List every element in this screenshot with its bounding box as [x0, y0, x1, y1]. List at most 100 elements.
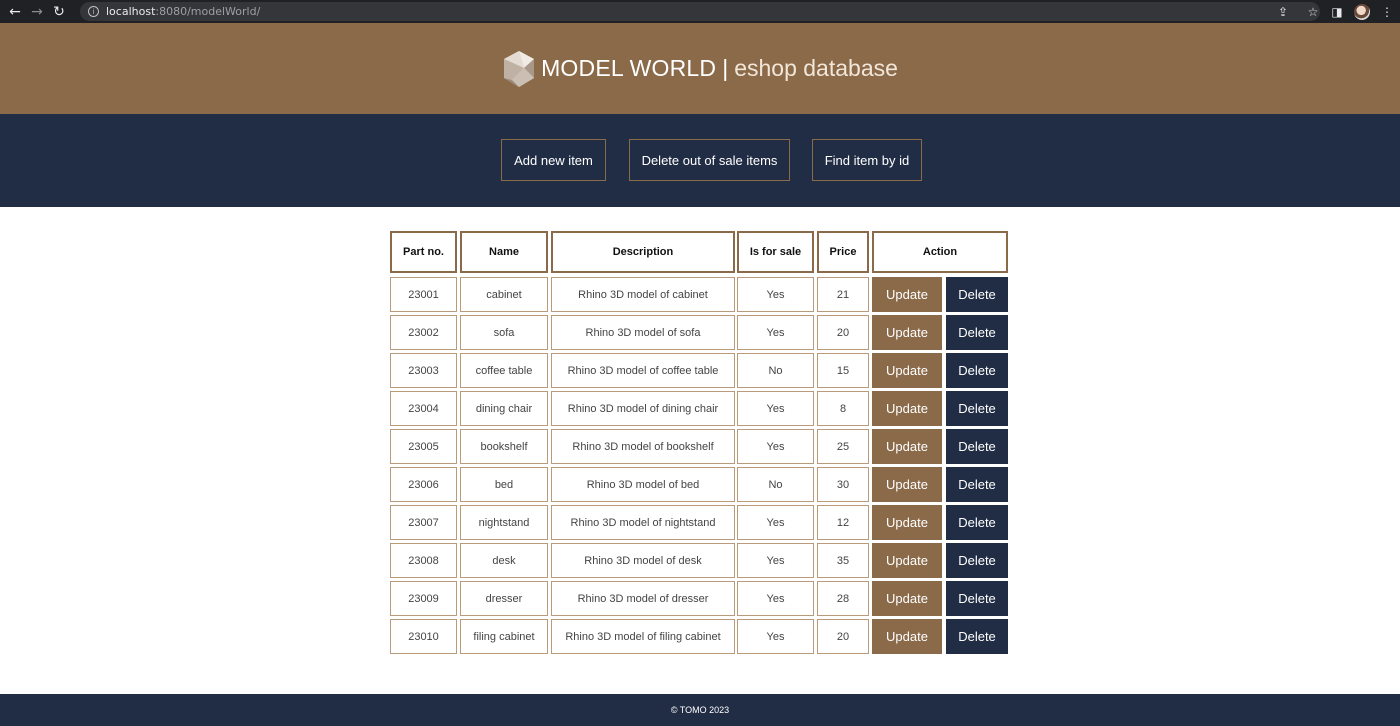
reload-icon[interactable]: ↻ [48, 0, 70, 23]
add-new-item-button[interactable]: Add new item [501, 139, 606, 181]
url-host: localhost [106, 5, 156, 18]
cell-for-sale: Yes [737, 543, 814, 578]
cell-description: Rhino 3D model of sofa [551, 315, 735, 350]
cell-part-no: 23008 [390, 543, 457, 578]
site-info-icon[interactable]: i [88, 6, 99, 17]
cell-description: Rhino 3D model of desk [551, 543, 735, 578]
cell-part-no: 23006 [390, 467, 457, 502]
cell-name: nightstand [460, 505, 548, 540]
cell-name: filing cabinet [460, 619, 548, 654]
cell-description: Rhino 3D model of coffee table [551, 353, 735, 388]
update-button[interactable]: Update [872, 581, 942, 616]
browser-menu-icon[interactable]: ⋮ [1380, 5, 1394, 19]
site-footer: © TOMO 2023 [0, 694, 1400, 726]
url-path: :8080/modelWorld/ [155, 5, 261, 18]
brand-subtitle: eshop database [734, 55, 898, 81]
header-name: Name [460, 231, 548, 273]
cell-part-no: 23004 [390, 391, 457, 426]
delete-button[interactable]: Delete [946, 277, 1008, 312]
cell-description: Rhino 3D model of bookshelf [551, 429, 735, 464]
cell-description: Rhino 3D model of filing cabinet [551, 619, 735, 654]
cell-price: 21 [817, 277, 869, 312]
cell-price: 25 [817, 429, 869, 464]
cell-price: 12 [817, 505, 869, 540]
cell-name: sofa [460, 315, 548, 350]
cell-price: 20 [817, 315, 869, 350]
cell-for-sale: No [737, 353, 814, 388]
cell-for-sale: Yes [737, 391, 814, 426]
cell-part-no: 23005 [390, 429, 457, 464]
cell-description: Rhino 3D model of dresser [551, 581, 735, 616]
cell-for-sale: Yes [737, 505, 814, 540]
update-button[interactable]: Update [872, 543, 942, 578]
cell-price: 28 [817, 581, 869, 616]
update-button[interactable]: Update [872, 353, 942, 388]
cell-name: bookshelf [460, 429, 548, 464]
cell-description: Rhino 3D model of cabinet [551, 277, 735, 312]
cell-price: 8 [817, 391, 869, 426]
delete-button[interactable]: Delete [946, 581, 1008, 616]
delete-button[interactable]: Delete [946, 315, 1008, 350]
back-icon[interactable]: ← [4, 0, 26, 23]
update-button[interactable]: Update [872, 467, 942, 502]
delete-button[interactable]: Delete [946, 467, 1008, 502]
cell-price: 30 [817, 467, 869, 502]
delete-button[interactable]: Delete [946, 619, 1008, 654]
copyright-text: © TOMO 2023 [670, 705, 730, 715]
cell-description: Rhino 3D model of bed [551, 467, 735, 502]
cell-for-sale: No [737, 467, 814, 502]
header-description: Description [551, 231, 735, 273]
update-button[interactable]: Update [872, 391, 942, 426]
cell-description: Rhino 3D model of dining chair [551, 391, 735, 426]
forward-icon[interactable]: → [26, 0, 48, 23]
update-button[interactable]: Update [872, 315, 942, 350]
find-item-by-id-button[interactable]: Find item by id [812, 139, 922, 181]
cell-price: 20 [817, 619, 869, 654]
delete-button[interactable]: Delete [946, 543, 1008, 578]
update-button[interactable]: Update [872, 505, 942, 540]
delete-out-of-sale-button[interactable]: Delete out of sale items [629, 139, 790, 181]
cell-name: cabinet [460, 277, 548, 312]
update-button[interactable]: Update [872, 619, 942, 654]
brand-name: MODEL WORLD [541, 55, 717, 81]
action-nav: Add new item Delete out of sale items Fi… [0, 114, 1400, 207]
delete-button[interactable]: Delete [946, 353, 1008, 388]
brand-separator: | [722, 55, 729, 81]
delete-button[interactable]: Delete [946, 429, 1008, 464]
cell-price: 35 [817, 543, 869, 578]
site-header: MODEL WORLD | eshop database [0, 23, 1400, 114]
browser-toolbar: ← → ↻ i localhost:8080/modelWorld/ ⇪ ☆ ◨… [0, 0, 1400, 23]
cell-for-sale: Yes [737, 581, 814, 616]
header-price: Price [817, 231, 869, 273]
cell-part-no: 23001 [390, 277, 457, 312]
profile-avatar[interactable] [1354, 3, 1370, 20]
cell-part-no: 23007 [390, 505, 457, 540]
polyhedron-logo-icon [504, 50, 535, 87]
cell-part-no: 23002 [390, 315, 457, 350]
update-button[interactable]: Update [872, 429, 942, 464]
address-bar[interactable]: i localhost:8080/modelWorld/ [80, 2, 1320, 21]
cell-for-sale: Yes [737, 277, 814, 312]
cell-part-no: 23009 [390, 581, 457, 616]
cell-price: 15 [817, 353, 869, 388]
site-logo[interactable]: MODEL WORLD | eshop database [502, 50, 898, 88]
cell-for-sale: Yes [737, 315, 814, 350]
cell-name: desk [460, 543, 548, 578]
cell-part-no: 23003 [390, 353, 457, 388]
delete-button[interactable]: Delete [946, 391, 1008, 426]
cell-name: dining chair [460, 391, 548, 426]
update-button[interactable]: Update [872, 277, 942, 312]
side-panel-icon[interactable]: ◨ [1330, 5, 1344, 19]
delete-button[interactable]: Delete [946, 505, 1008, 540]
cell-name: coffee table [460, 353, 548, 388]
header-action: Action [872, 231, 1008, 273]
cell-description: Rhino 3D model of nightstand [551, 505, 735, 540]
cell-for-sale: Yes [737, 619, 814, 654]
share-icon[interactable]: ⇪ [1278, 0, 1288, 23]
cell-name: dresser [460, 581, 548, 616]
cell-part-no: 23010 [390, 619, 457, 654]
cell-name: bed [460, 467, 548, 502]
header-part-no: Part no. [390, 231, 457, 273]
cell-for-sale: Yes [737, 429, 814, 464]
bookmark-star-icon[interactable]: ☆ [1306, 5, 1320, 19]
